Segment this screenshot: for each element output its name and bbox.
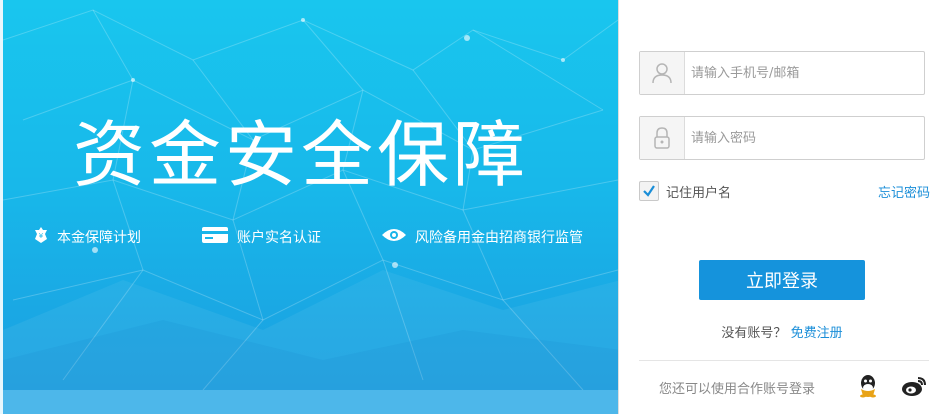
- hero-title: 资金安全保障: [73, 113, 530, 197]
- qq-icon[interactable]: [857, 374, 879, 402]
- id-card-icon: [201, 226, 229, 248]
- hero-banner: 资金安全保障 ¥ 本金保障计划 账户实名认证 风险备用金由招商银行监管: [0, 0, 618, 414]
- login-panel: 记住用户名 忘记密码 立即登录 没有账号？ 免费注册 您还可以使用合作账号登录: [618, 0, 944, 414]
- username-field: [639, 51, 925, 95]
- lock-icon: [640, 117, 685, 159]
- password-input[interactable]: [685, 117, 924, 159]
- remember-checkbox[interactable]: [639, 181, 659, 201]
- eye-icon: [381, 227, 407, 247]
- check-icon: [643, 185, 655, 197]
- money-shield-icon: ¥: [33, 226, 49, 248]
- hero-bottom-band: [3, 390, 618, 414]
- network-background: [3, 9, 618, 414]
- divider: [639, 360, 929, 361]
- user-icon: [640, 52, 685, 94]
- feature-label: 本金保障计划: [57, 230, 141, 246]
- register-link[interactable]: 免费注册: [791, 326, 843, 341]
- remember-username[interactable]: 记住用户名: [639, 181, 731, 201]
- remember-label: 记住用户名: [666, 185, 732, 201]
- feature-real-name: 账户实名认证: [201, 226, 321, 248]
- login-button[interactable]: 立即登录: [699, 260, 865, 300]
- password-field: [639, 116, 925, 160]
- username-input[interactable]: [685, 52, 924, 94]
- no-account-text: 没有账号？: [721, 326, 787, 341]
- feature-label: 账户实名认证: [237, 230, 321, 246]
- forgot-password-link[interactable]: 忘记密码: [878, 182, 930, 201]
- feature-label: 风险备用金由招商银行监管: [415, 230, 583, 246]
- feature-risk-reserve: 风险备用金由招商银行监管: [381, 226, 583, 248]
- feature-principal-protection: ¥ 本金保障计划: [33, 226, 141, 248]
- third-party-login-text: 您还可以使用合作账号登录: [659, 382, 816, 397]
- register-row: 没有账号？ 免费注册: [619, 322, 944, 341]
- svg-text:¥: ¥: [39, 232, 44, 240]
- weibo-icon[interactable]: [901, 375, 927, 401]
